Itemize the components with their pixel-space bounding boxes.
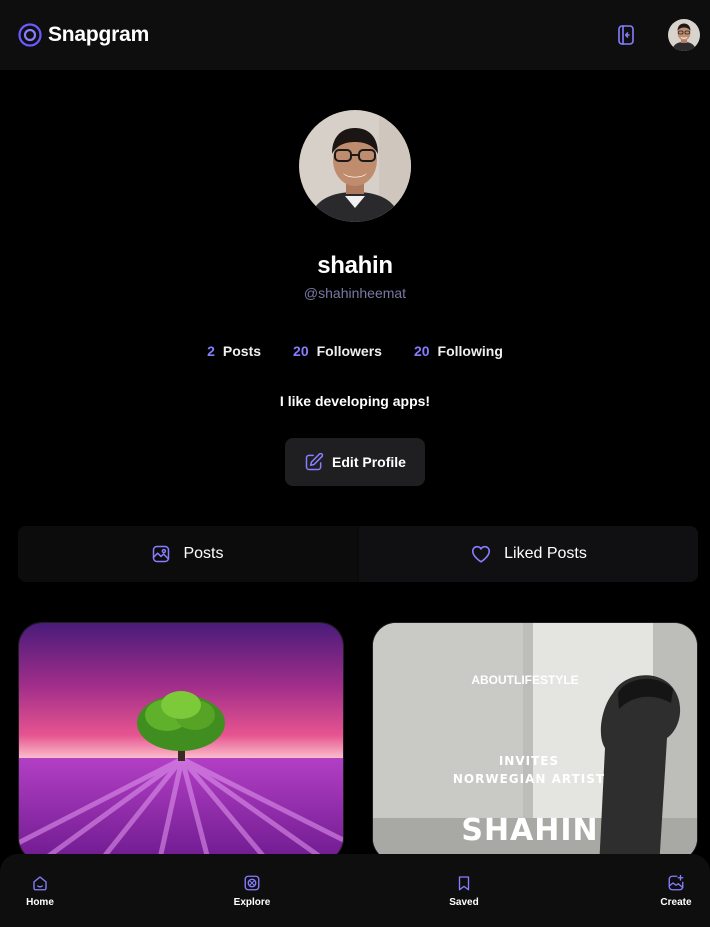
- nav-label: Create: [660, 896, 692, 908]
- post-card[interactable]: ABOUTLIFESTYLE INVITES NORWEGIAN ARTIST …: [372, 622, 698, 862]
- stat-value: 2: [207, 343, 215, 359]
- stat-following[interactable]: 20 Following: [414, 343, 503, 359]
- edit-profile-label: Edit Profile: [332, 454, 406, 470]
- nav-label: Saved: [449, 896, 479, 908]
- header-avatar[interactable]: [668, 19, 700, 51]
- edit-profile-button[interactable]: Edit Profile: [285, 438, 425, 486]
- edit-icon: [305, 452, 324, 471]
- home-icon: [33, 875, 47, 890]
- profile-section: shahin @shahinheemat 2 Posts 20 Follower…: [0, 110, 710, 486]
- explore-icon: [244, 875, 260, 890]
- tab-label: Posts: [183, 545, 224, 562]
- profile-bio: I like developing apps!: [279, 393, 431, 409]
- poster-line-2: INVITES: [498, 754, 560, 768]
- brand-name: Snapgram: [48, 23, 150, 46]
- bottom-nav: Home Explore Saved Create: [0, 854, 710, 927]
- stat-posts[interactable]: 2 Posts: [207, 343, 261, 359]
- heart-icon: [472, 545, 491, 563]
- header-avatar-image: [668, 19, 700, 51]
- logout-icon: [618, 25, 634, 45]
- nav-label: Explore: [233, 896, 271, 908]
- profile-handle: @shahinheemat: [303, 285, 407, 301]
- stat-label: Followers: [316, 343, 382, 359]
- nav-label: Home: [26, 896, 54, 908]
- poster-line-1: ABOUTLIFESTYLE: [471, 673, 579, 687]
- post-card[interactable]: [18, 622, 344, 862]
- posts-grid: ABOUTLIFESTYLE INVITES NORWEGIAN ARTIST …: [18, 622, 698, 862]
- image-icon: [153, 545, 170, 563]
- poster-line-4: SHAHIN: [461, 813, 599, 848]
- nav-home[interactable]: Home: [16, 874, 64, 908]
- tab-posts[interactable]: Posts: [18, 526, 357, 582]
- brand-logo-link[interactable]: Snapgram: [18, 23, 149, 47]
- logout-button[interactable]: [614, 23, 638, 47]
- nav-saved[interactable]: Saved: [440, 874, 488, 908]
- profile-tabs: Posts Liked Posts: [18, 526, 698, 582]
- stat-value: 20: [413, 343, 430, 359]
- profile-avatar: [299, 110, 411, 222]
- create-icon: [668, 874, 684, 890]
- stat-followers[interactable]: 20 Followers: [293, 343, 382, 359]
- stat-label: Posts: [222, 343, 262, 359]
- stat-label: Following: [437, 343, 503, 359]
- bookmark-icon: [458, 875, 470, 890]
- profile-stats: 2 Posts 20 Followers 20 Following: [0, 343, 710, 359]
- snapgram-logo-icon: [18, 23, 42, 47]
- stat-value: 20: [293, 343, 309, 359]
- tab-liked-posts[interactable]: Liked Posts: [357, 526, 698, 582]
- profile-avatar-image: [299, 110, 411, 222]
- nav-create[interactable]: Create: [652, 874, 700, 908]
- poster-line-3: NORWEGIAN ARTIST: [452, 772, 606, 786]
- nav-explore[interactable]: Explore: [228, 874, 276, 908]
- profile-name: shahin: [317, 252, 393, 279]
- post-image: [19, 623, 343, 861]
- tab-label: Liked Posts: [504, 545, 587, 562]
- top-bar: Snapgram: [0, 0, 710, 70]
